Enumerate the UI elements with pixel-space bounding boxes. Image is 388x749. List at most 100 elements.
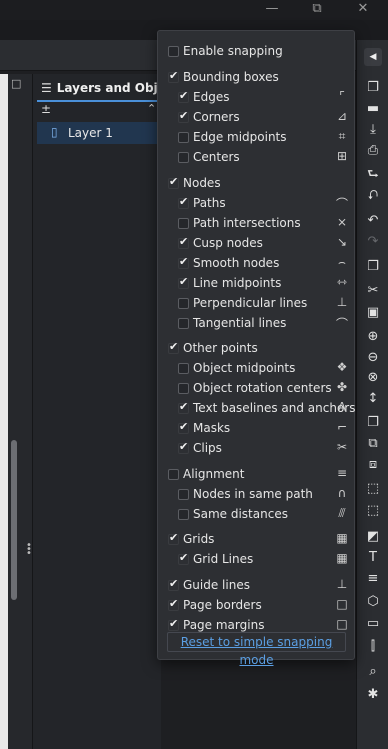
snap-checkbox[interactable] [178, 132, 189, 143]
snap-option-perpendicular-lines[interactable]: Perpendicular lines ⊥ [158, 293, 354, 313]
snap-checkbox[interactable] [178, 89, 189, 103]
snap-checkbox[interactable] [168, 69, 179, 83]
document-properties-icon[interactable]: ▭ [357, 613, 388, 635]
collapse-up-icon[interactable]: ⌃ [147, 102, 156, 115]
snap-option-object-midpoints[interactable]: Object midpoints ❖ [158, 358, 354, 378]
fill-stroke-icon[interactable]: ◩ [357, 526, 388, 548]
snap-option-paths[interactable]: Paths ⌒ [158, 193, 354, 213]
text-baselines-and-anchors-icon: A [337, 400, 347, 414]
zoom-selection-icon[interactable]: ⊕ [357, 326, 388, 348]
snap-option-same-distances[interactable]: Same distances ⫻ [158, 504, 354, 524]
zoom-width-icon[interactable]: ↕ [357, 388, 388, 410]
snap-checkbox[interactable] [168, 175, 179, 189]
export-icon[interactable]: ⮏ [357, 185, 388, 207]
snap-checkbox[interactable] [178, 420, 189, 434]
snap-option-masks[interactable]: Masks ⌐ [158, 418, 354, 438]
snap-option-enable-snapping[interactable]: Enable snapping [158, 41, 354, 61]
snap-checkbox[interactable] [168, 597, 179, 611]
snap-checkbox[interactable] [178, 363, 189, 374]
group-icon[interactable]: ⬚ [357, 478, 388, 500]
print-icon[interactable]: ⎙ [357, 140, 388, 162]
snap-option-nodes-in-same-path[interactable]: Nodes in same path ∩ [158, 484, 354, 504]
snap-checkbox[interactable] [168, 617, 179, 631]
copy-icon[interactable]: ❐ [357, 256, 388, 278]
snap-checkbox[interactable] [178, 509, 189, 520]
snap-option-tangential-lines[interactable]: Tangential lines ⌒ [158, 313, 354, 333]
snap-checkbox[interactable] [178, 551, 189, 565]
save-icon[interactable]: ⤓ [357, 119, 388, 141]
perpendicular-lines-icon: ⊥ [336, 295, 348, 309]
redo-icon[interactable]: ↷ [357, 231, 388, 253]
snap-option-edges[interactable]: Edges ⌜ [158, 87, 354, 107]
snap-checkbox[interactable] [178, 235, 189, 249]
display-mode-icon[interactable]: □ [11, 77, 21, 90]
snap-checkbox[interactable] [178, 440, 189, 454]
close-icon[interactable]: ✕ [348, 0, 378, 20]
dock-strip [8, 74, 32, 749]
drawing-canvas[interactable] [0, 74, 8, 749]
snap-option-page-borders[interactable]: Page borders □ [158, 595, 354, 615]
snap-option-guide-lines[interactable]: Guide lines ⊥ [158, 575, 354, 595]
collapse-icon[interactable]: ◀ [364, 48, 382, 66]
snap-checkbox[interactable] [178, 383, 189, 394]
snap-checkbox[interactable] [168, 469, 179, 480]
snap-option-centers[interactable]: Centers ⊞ [158, 147, 354, 167]
snap-option-path-intersections[interactable]: Path intersections ⨯ [158, 213, 354, 233]
snap-checkbox[interactable] [168, 577, 179, 591]
canvas-scrollbar[interactable] [11, 440, 17, 600]
snap-checkbox[interactable] [168, 340, 179, 354]
zoom-page-icon[interactable]: ⊗ [357, 367, 388, 389]
snap-option-label: Grid Lines [193, 552, 254, 566]
snap-option-bounding-boxes[interactable]: Bounding boxes [158, 67, 354, 87]
align-distribute-icon[interactable]: ⫿ [357, 636, 388, 658]
snap-option-grid-lines[interactable]: Grid Lines ▦ [158, 549, 354, 569]
snap-option-text-baselines-and-anchors[interactable]: Text baselines and anchorsA [158, 398, 356, 418]
reset-snapping-link[interactable]: Reset to simple snapping mode [167, 632, 346, 667]
snap-option-page-margins[interactable]: Page margins □ [158, 615, 354, 635]
xml-editor-icon[interactable]: ⬡ [357, 591, 388, 613]
unlink-clone-icon[interactable]: ⧈ [357, 454, 388, 476]
new-document-icon[interactable]: ❐ [357, 77, 388, 99]
layers-icon[interactable]: ≡ [357, 568, 388, 590]
add-layer-icon[interactable]: ± [41, 102, 51, 116]
snap-checkbox[interactable] [168, 531, 179, 545]
snap-option-alignment[interactable]: Alignment ≡ [158, 464, 354, 484]
snap-option-smooth-nodes[interactable]: Smooth nodes ⌢ [158, 253, 354, 273]
paste-icon[interactable]: ▣ [357, 302, 388, 324]
ungroup-icon[interactable]: ⬚ [357, 500, 388, 522]
snap-option-grids[interactable]: Grids ▦ [158, 529, 354, 549]
snap-option-line-midpoints[interactable]: Line midpoints ⇿ [158, 273, 354, 293]
maximize-icon[interactable]: ⧉ [302, 0, 332, 20]
layer-row[interactable]: ▯ Layer 1 [37, 122, 161, 144]
snap-checkbox[interactable] [178, 275, 189, 289]
text-font-icon[interactable]: T [357, 547, 388, 569]
snap-checkbox[interactable] [178, 255, 189, 269]
snap-option-nodes[interactable]: Nodes [158, 173, 354, 193]
snap-option-object-rotation-centers[interactable]: Object rotation centers ✤ [158, 378, 354, 398]
snap-checkbox[interactable] [178, 298, 189, 309]
snap-checkbox[interactable] [178, 195, 189, 209]
snap-checkbox[interactable] [178, 400, 189, 414]
minimize-icon[interactable]: — [257, 0, 287, 20]
snap-checkbox[interactable] [178, 489, 189, 500]
snap-option-other-points[interactable]: Other points [158, 338, 354, 358]
snap-option-corners[interactable]: Corners ⊿ [158, 107, 354, 127]
find-icon[interactable]: ⌕ [357, 661, 388, 683]
snap-option-clips[interactable]: Clips ✂ [158, 438, 354, 458]
layers-tab[interactable]: ☰ Layers and Objec [41, 78, 173, 98]
snap-option-edge-midpoints[interactable]: Edge midpoints ⌗ [158, 127, 354, 147]
snap-checkbox[interactable] [178, 218, 189, 229]
zoom-drawing-icon[interactable]: ⊖ [357, 347, 388, 369]
snap-option-cusp-nodes[interactable]: Cusp nodes ↘ [158, 233, 354, 253]
snap-checkbox[interactable] [178, 152, 189, 163]
snap-checkbox[interactable] [178, 109, 189, 123]
undo-icon[interactable]: ↶ [357, 210, 388, 232]
import-icon[interactable]: ⮑ [357, 164, 388, 186]
duplicate-icon[interactable]: ❐ [357, 412, 388, 434]
open-icon[interactable]: ▬ [357, 98, 388, 120]
preferences-icon[interactable]: ✱ [357, 684, 388, 706]
snap-checkbox[interactable] [178, 318, 189, 329]
cut-icon[interactable]: ✂ [357, 280, 388, 302]
clone-icon[interactable]: ⧉ [357, 433, 388, 455]
snap-checkbox[interactable] [168, 46, 179, 57]
